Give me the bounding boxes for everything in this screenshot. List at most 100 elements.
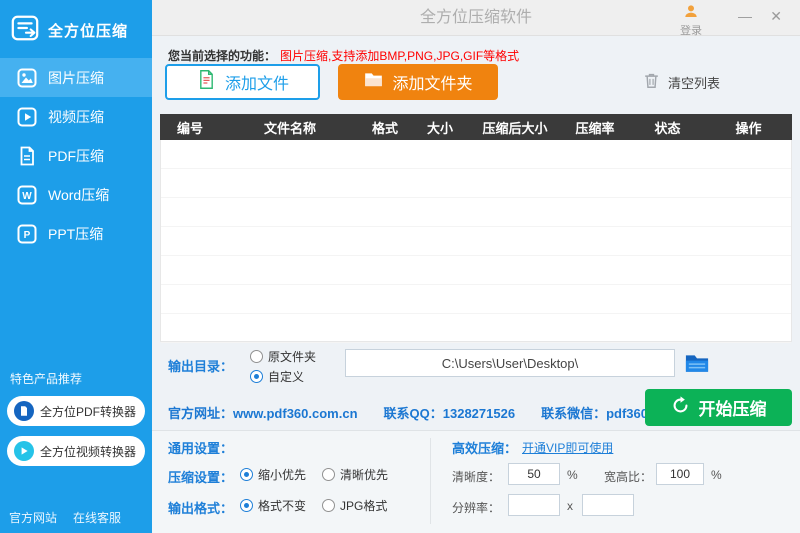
column-header-number: 编号 (176, 120, 203, 136)
pdf-icon (17, 146, 37, 166)
table-body (160, 140, 792, 343)
pdf-converter-icon (14, 401, 34, 421)
sidebar-item-pdf-compress[interactable]: PDF压缩 (0, 136, 152, 175)
app-name: 全方位压缩 (48, 23, 129, 40)
start-compress-button[interactable]: 开始压缩 (645, 389, 792, 426)
output-path-input[interactable] (345, 349, 675, 377)
table-row (161, 285, 791, 314)
browse-folder-icon[interactable] (683, 349, 711, 377)
video-icon (17, 107, 37, 127)
login-button[interactable]: 登录 (674, 3, 708, 38)
general-settings-title: 通用设置： (168, 441, 234, 456)
clarity-percent-unit: % (567, 468, 578, 482)
image-icon (17, 68, 37, 88)
contact-qq-text: 联系QQ：1328271526 (384, 403, 516, 422)
product-pdf-converter[interactable]: 全方位PDF转换器 (7, 396, 145, 426)
product-video-converter[interactable]: 全方位视频转换器 (7, 436, 145, 466)
radio-shrink-label: 缩小优先 (258, 468, 307, 482)
promo-title: 特色产品推荐 (10, 372, 83, 386)
sidebar-item-label: PPT压缩 (48, 225, 104, 242)
clarity-input[interactable] (508, 463, 560, 485)
qq-label: 联系QQ： (383, 406, 443, 421)
hq-compress-label: 高效压缩： (452, 441, 518, 456)
output-dir-label: 输出目录： (168, 359, 234, 374)
ratio-percent-unit: % (711, 468, 722, 482)
video-converter-icon (14, 441, 34, 461)
add-folder-button[interactable]: 添加文件夹 (338, 64, 498, 100)
hint-label: 您当前选择的功能： (168, 49, 277, 63)
product-label: 全方位PDF转换器 (40, 404, 137, 419)
table-header: 编号 文件名称 格式 大小 压缩后大小 压缩率 状态 操作 (160, 114, 792, 140)
user-avatar-icon (683, 5, 699, 22)
sidebar-nav: 图片压缩 视频压缩 PDF压缩 W Word压缩 P PPT压缩 (0, 58, 152, 253)
column-header-ratio: 压缩率 (575, 120, 615, 136)
table-row (161, 169, 791, 198)
online-support-link[interactable]: 在线客服 (73, 509, 121, 526)
site-label: 官方网址： (168, 406, 234, 421)
contact-bar: 官方网址：www.pdf360.com.cn 联系QQ：1328271526 联… (168, 403, 648, 422)
radio-custom-folder[interactable]: 自定义 (250, 368, 304, 385)
column-header-filename: 文件名称 (263, 120, 316, 136)
trash-icon (642, 71, 661, 93)
app-window: 全方位压缩 图片压缩 视频压缩 PDF压缩 W Word压缩 P PPT压缩 特… (0, 0, 800, 533)
column-header-compressed-size: 压缩后大小 (482, 120, 548, 136)
radio-circle (250, 350, 263, 363)
vip-link[interactable]: 开通VIP即可使用 (522, 439, 613, 456)
radio-clarity-priority[interactable]: 清晰优先 (322, 466, 388, 483)
column-header-size: 大小 (426, 120, 453, 136)
sidebar: 全方位压缩 图片压缩 视频压缩 PDF压缩 W Word压缩 P PPT压缩 特… (0, 0, 152, 533)
radio-original-folder[interactable]: 原文件夹 (250, 348, 316, 365)
clear-list-label: 清空列表 (668, 75, 721, 91)
add-folder-label: 添加文件夹 (392, 76, 473, 93)
column-header-status: 状态 (654, 120, 681, 136)
table-row (161, 314, 791, 343)
radio-keep-label: 格式不变 (258, 499, 307, 513)
word-icon: W (17, 185, 37, 205)
ppt-icon: P (17, 224, 37, 244)
sidebar-item-label: Word压缩 (48, 186, 110, 203)
aspect-ratio-input[interactable] (656, 463, 704, 485)
radio-shrink-priority[interactable]: 缩小优先 (240, 466, 306, 483)
login-label: 登录 (680, 25, 702, 37)
resolution-height-input[interactable] (582, 494, 634, 516)
minimize-button[interactable]: — (732, 0, 758, 32)
compress-setting-label: 压缩设置： (168, 470, 234, 485)
radio-keep-format[interactable]: 格式不变 (240, 497, 306, 514)
column-header-format: 格式 (371, 120, 398, 136)
start-compress-label: 开始压缩 (698, 400, 767, 419)
add-file-button[interactable]: 添加文件 (165, 64, 320, 100)
official-site-link[interactable]: 官方网站 (9, 509, 57, 526)
product-label: 全方位视频转换器 (40, 444, 137, 459)
refresh-circle-icon (671, 395, 690, 420)
sidebar-item-label: 图片压缩 (48, 69, 104, 86)
output-format-label: 输出格式： (168, 501, 234, 516)
resolution-times-symbol: x (567, 499, 573, 513)
radio-jpg-label: JPG格式 (340, 499, 388, 513)
radio-clarity-label: 清晰优先 (340, 468, 389, 482)
sidebar-item-label: 视频压缩 (48, 108, 104, 125)
add-folder-icon (363, 69, 384, 95)
wechat-value: pdf360 (606, 406, 648, 421)
radio-custom-label: 自定义 (268, 370, 305, 384)
official-site-text[interactable]: 官方网址：www.pdf360.com.cn (168, 403, 358, 422)
sidebar-item-image-compress[interactable]: 图片压缩 (0, 58, 152, 97)
current-function-hint: 您当前选择的功能： 图片压缩,支持添加BMP,PNG,JPG,GIF等格式 (168, 47, 519, 64)
sidebar-item-ppt-compress[interactable]: P PPT压缩 (0, 214, 152, 253)
qq-value: 1328271526 (442, 406, 516, 421)
sidebar-item-label: PDF压缩 (48, 147, 104, 164)
resolution-label: 分辨率： (452, 501, 501, 515)
sidebar-footer: 官方网站 在线客服 (9, 509, 121, 526)
radio-original-label: 原文件夹 (268, 350, 317, 364)
svg-text:P: P (24, 230, 31, 241)
close-button[interactable]: ✕ (764, 0, 788, 32)
radio-circle (240, 468, 253, 481)
table-row (161, 227, 791, 256)
clear-list-button[interactable]: 清空列表 (642, 71, 720, 93)
sidebar-item-word-compress[interactable]: W Word压缩 (0, 175, 152, 214)
settings-divider (430, 438, 431, 524)
radio-jpg-format[interactable]: JPG格式 (322, 497, 387, 514)
resolution-width-input[interactable] (508, 494, 560, 516)
clarity-label: 清晰度： (452, 470, 501, 484)
add-file-icon (196, 69, 217, 95)
sidebar-item-video-compress[interactable]: 视频压缩 (0, 97, 152, 136)
